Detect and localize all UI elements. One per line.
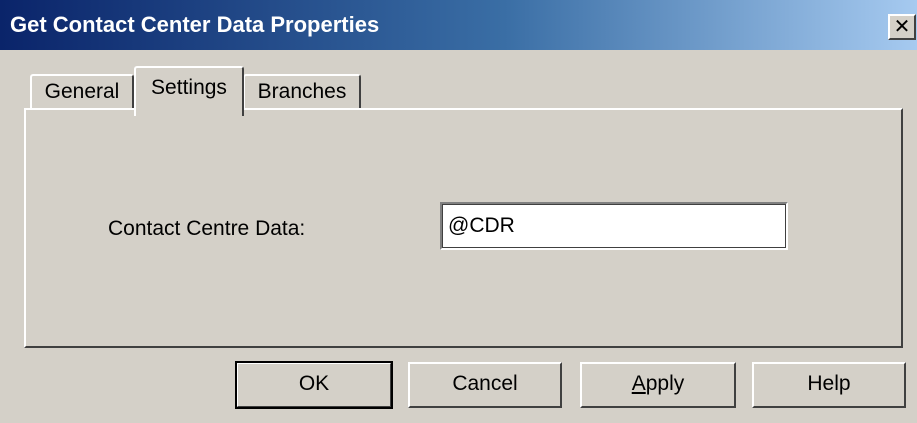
tab-branches-label: Branches	[257, 80, 347, 103]
cancel-button[interactable]: Cancel	[408, 362, 562, 408]
close-button[interactable]: ✕	[888, 14, 916, 40]
tab-general[interactable]: General	[30, 74, 134, 110]
ok-button[interactable]: OK	[235, 361, 393, 409]
tab-general-label: General	[44, 80, 120, 103]
close-icon: ✕	[893, 14, 911, 38]
apply-accelerator: A	[631, 372, 646, 395]
settings-panel: Contact Centre Data:	[24, 108, 903, 348]
tab-settings[interactable]: Settings	[134, 66, 244, 116]
dialog-title: Get Contact Center Data Properties	[10, 12, 380, 37]
help-button[interactable]: Help	[752, 362, 906, 408]
apply-label-rest: pply	[645, 372, 685, 395]
tab-settings-label: Settings	[151, 76, 227, 99]
properties-dialog: Get Contact Center Data Properties ✕ Gen…	[0, 0, 917, 423]
tab-branches[interactable]: Branches	[243, 74, 361, 110]
apply-button[interactable]: Apply	[580, 362, 736, 408]
contact-centre-data-input[interactable]	[440, 202, 788, 250]
contact-centre-data-label: Contact Centre Data:	[108, 217, 306, 240]
title-bar[interactable]: Get Contact Center Data Properties ✕	[0, 0, 917, 50]
